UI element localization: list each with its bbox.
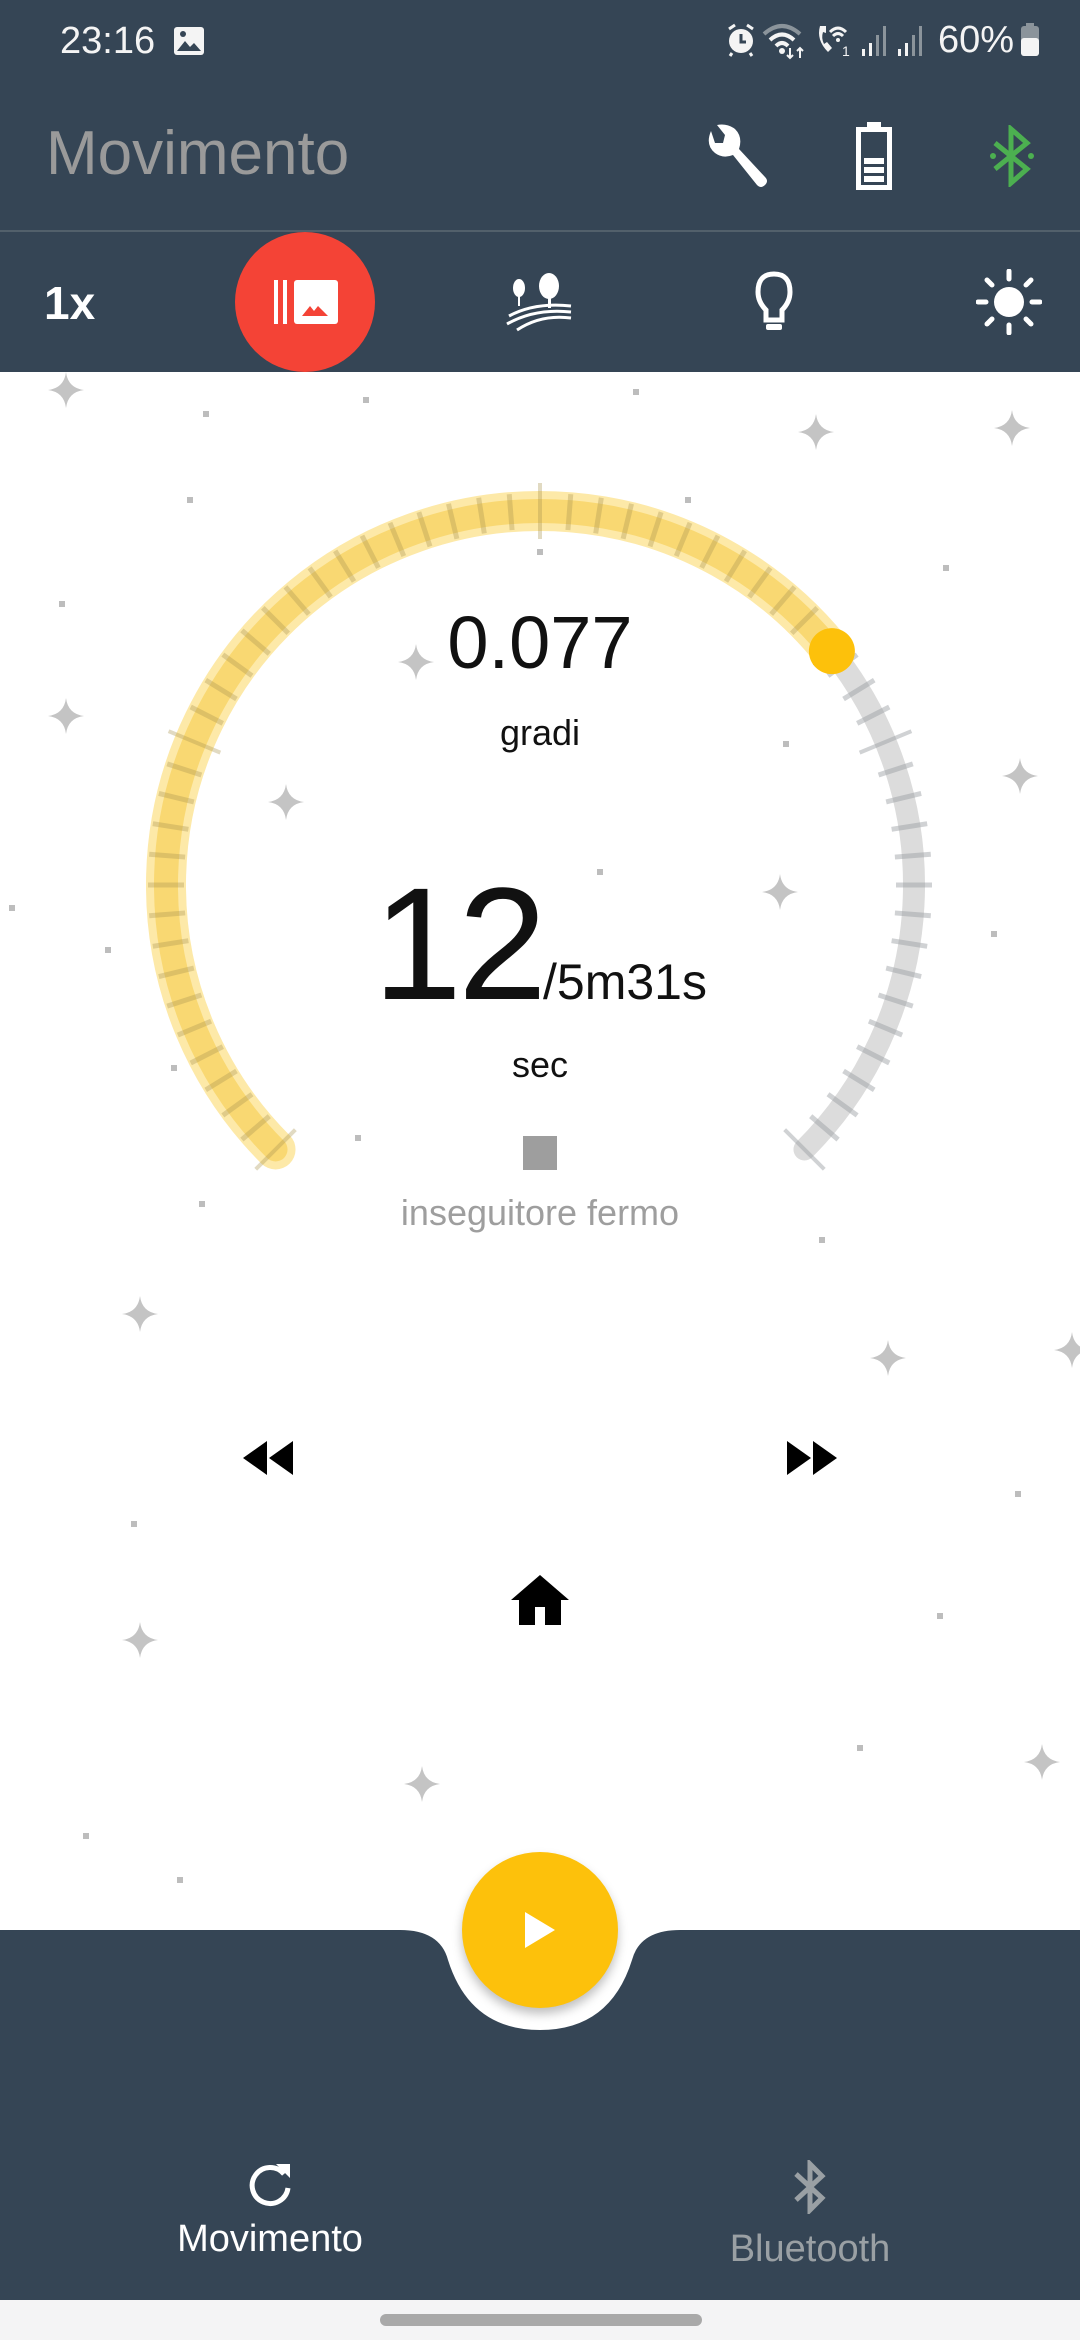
star-dot <box>177 1877 183 1883</box>
signal-icon <box>897 26 922 56</box>
battery-icon <box>1021 23 1039 56</box>
elapsed-value: 12 <box>373 854 547 1033</box>
battery-icon <box>856 122 892 190</box>
landscape-icon <box>506 273 572 332</box>
nav-label: Movimento <box>177 2218 363 2260</box>
star-icon <box>1024 1744 1060 1780</box>
nav-item-movimento[interactable]: Movimento <box>0 2130 540 2300</box>
system-navigation-bar <box>0 2300 1080 2340</box>
settings-button[interactable] <box>696 116 776 196</box>
star-dot <box>83 1833 89 1839</box>
gauge-tick <box>565 494 574 531</box>
forward-button[interactable] <box>772 1418 852 1498</box>
bluetooth-icon <box>794 2160 826 2214</box>
play-icon <box>525 1912 555 1948</box>
fast-forward-icon <box>787 1441 837 1475</box>
rewind-button[interactable] <box>228 1418 308 1498</box>
degrees-unit: gradi <box>499 712 581 753</box>
home-icon <box>511 1575 569 1625</box>
signal-icon <box>861 26 886 56</box>
elapsed-unit: sec <box>511 1044 569 1085</box>
star-dot <box>1015 1491 1021 1497</box>
nav-item-bluetooth[interactable]: Bluetooth <box>540 2130 1080 2300</box>
star-icon <box>122 1622 158 1658</box>
mode-toolbar: 1x <box>0 232 1080 372</box>
gauge-tick <box>891 821 928 832</box>
light-mode-button[interactable] <box>704 232 844 372</box>
home-button[interactable] <box>500 1560 580 1640</box>
fast-rewind-icon <box>243 1441 293 1475</box>
alarm-icon <box>728 23 754 57</box>
tracker-status: inseguitore fermo <box>400 1192 680 1233</box>
wrench-icon <box>708 124 767 187</box>
status-bar: 23:16 1 60% <box>0 0 1080 80</box>
degrees-value: 0.077 <box>447 601 633 684</box>
speed-selector[interactable]: 1x <box>44 276 95 330</box>
landscape-mode-button[interactable] <box>470 232 610 372</box>
elapsed-time: 12/5m31s <box>0 852 1080 1036</box>
play-button[interactable] <box>462 1852 618 2008</box>
status-time: 23:16 <box>60 20 156 62</box>
wifi-icon <box>762 24 804 60</box>
app-title: Movimento <box>46 119 350 188</box>
home-indicator[interactable] <box>380 2314 702 2326</box>
star-dot <box>937 1613 943 1619</box>
total-duration: /5m31s <box>543 954 707 1010</box>
gallery-mode-button[interactable] <box>235 232 375 372</box>
refresh-icon <box>249 2164 291 2206</box>
star-dot <box>857 1745 863 1751</box>
nav-label: Bluetooth <box>729 2228 891 2270</box>
svg-text:1: 1 <box>842 43 850 58</box>
bottom-navigation: Movimento Bluetooth <box>0 2130 1080 2300</box>
bluetooth-icon <box>990 125 1034 187</box>
gallery-icon <box>174 27 204 55</box>
status-icons: 1 60% <box>726 18 1040 62</box>
star-dot <box>131 1521 137 1527</box>
battery-percent: 60% <box>937 18 1014 61</box>
wifi-calling-icon: 1 <box>818 26 850 58</box>
bluetooth-button[interactable] <box>972 116 1052 196</box>
battery-button[interactable] <box>834 116 914 196</box>
gauge-tick <box>506 494 515 531</box>
app-bar: Movimento <box>0 80 1080 232</box>
lightbulb-icon <box>755 271 793 330</box>
star-icon <box>404 1766 440 1802</box>
sun-icon <box>976 269 1042 335</box>
stop-indicator-icon <box>523 1136 557 1170</box>
brightness-mode-button[interactable] <box>939 232 1079 372</box>
photo-library-icon <box>274 280 338 324</box>
main-content: 0.077 gradi 12/5m31s sec inseguitore fer… <box>0 372 1080 1932</box>
